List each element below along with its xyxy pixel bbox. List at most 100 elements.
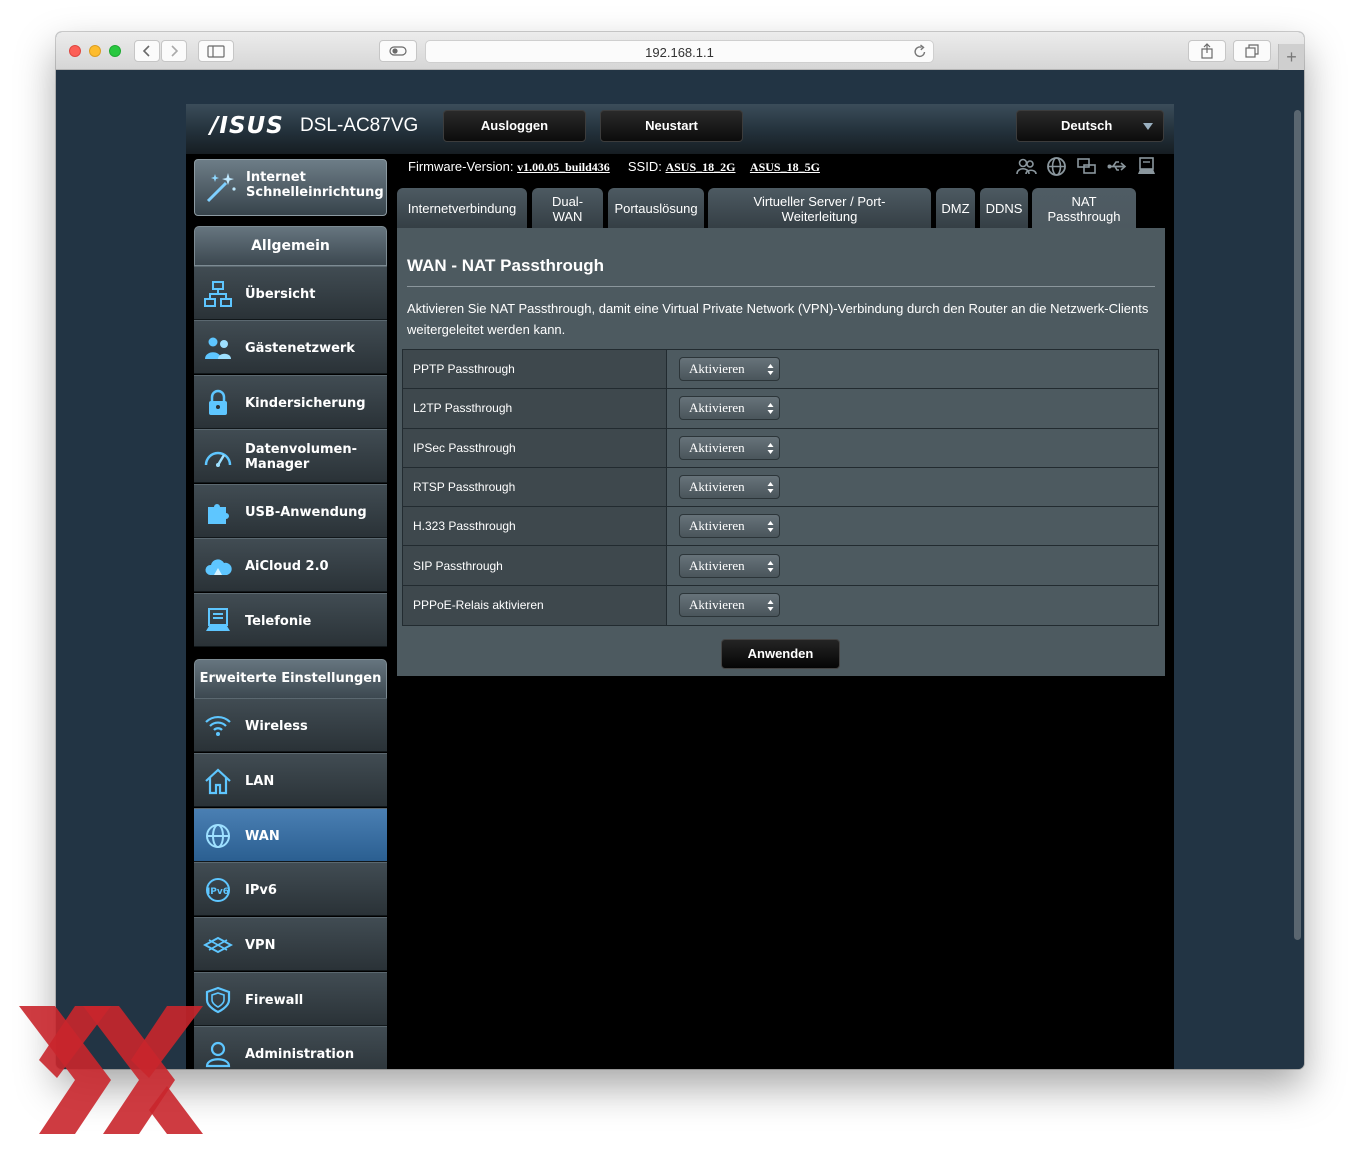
sidebar-item-label: Firewall (245, 992, 304, 1008)
logout-button[interactable]: Ausloggen (443, 110, 586, 142)
firmware-label: Firmware-Version: (408, 159, 514, 174)
tab-ddns[interactable]: DDNS (980, 188, 1028, 229)
sidebar-item-usb-application[interactable]: USB-Anwendung (194, 484, 387, 538)
sidebar-item-telephony[interactable]: Telefonie (194, 593, 387, 647)
printer-status-icon[interactable] (1136, 156, 1157, 177)
model-name: DSL-AC87VG (300, 115, 419, 136)
tab-internet-connection[interactable]: Internetverbindung (397, 188, 527, 229)
address-bar[interactable]: 192.168.1.1 (425, 40, 934, 63)
sidebar-item-label: Datenvolumen- Manager (245, 430, 357, 484)
top-banner: /ISUS DSL-AC87VG Ausloggen Neustart Deut… (186, 104, 1174, 154)
gauge-icon (204, 451, 232, 467)
ssid-5g-link[interactable]: ASUS_18_5G (750, 160, 820, 174)
ipsec-passthrough-select[interactable]: Aktivieren (679, 435, 780, 460)
sidebar-item-label: Gästenetzwerk (245, 340, 355, 356)
pptp-passthrough-select[interactable]: Aktivieren (679, 357, 780, 382)
updown-arrows-icon (767, 600, 774, 612)
clients-status-icon[interactable] (1016, 156, 1037, 177)
tab-label-line1: Dual- (551, 193, 584, 209)
sidebar-item-parental-control[interactable]: Kindersicherung (194, 375, 387, 429)
title-divider (407, 286, 1155, 287)
sidebar-item-vpn[interactable]: VPN (194, 917, 387, 971)
share-button[interactable] (1188, 40, 1226, 62)
new-tab-button[interactable]: + (1278, 44, 1304, 70)
close-window-button[interactable] (69, 45, 81, 57)
cloud-icon (205, 559, 232, 575)
tabs-overview-button[interactable] (1233, 40, 1271, 62)
guest-network-icon (205, 337, 231, 359)
zoom-window-button[interactable] (109, 45, 121, 57)
tab-dual-wan[interactable]: Dual- WAN (532, 188, 603, 229)
sidebar-item-firewall[interactable]: Firewall (194, 972, 387, 1026)
minimize-window-button[interactable] (89, 45, 101, 57)
parental-lock-icon (209, 389, 227, 415)
apply-button[interactable]: Anwenden (721, 639, 840, 669)
quick-internet-setup-button[interactable]: Internet Schnelleinrichtung (194, 159, 387, 216)
tab-nat-passthrough[interactable]: NAT Passthrough (1032, 188, 1136, 229)
reload-icon[interactable] (913, 44, 927, 59)
admin-icon (205, 1041, 231, 1068)
share-icon (1201, 43, 1213, 59)
sidebar-item-label: Administration (245, 1046, 355, 1062)
usb-status-icon[interactable] (1106, 156, 1127, 177)
internet-status-icon[interactable] (1046, 156, 1067, 177)
sidebar-item-label: USB-Anwendung (245, 504, 367, 520)
router-ui: /ISUS DSL-AC87VG Ausloggen Neustart Deut… (186, 104, 1174, 1069)
sidebar-item-label: LAN (245, 773, 275, 789)
chevron-left-icon (142, 45, 150, 57)
sidebar-icon (207, 44, 225, 58)
chevron-right-icon (171, 45, 179, 57)
quick-setup-line1: Internet (246, 170, 306, 185)
sidebar-item-lan[interactable]: LAN (194, 753, 387, 807)
shield-icon (205, 986, 231, 1014)
tab-label-line2: WAN (552, 208, 583, 224)
select-value: Aktivieren (689, 597, 745, 613)
sidebar-item-overview[interactable]: Übersicht (194, 266, 387, 320)
ssid-2g-link[interactable]: ASUS_18_2G (665, 160, 735, 174)
table-row: L2TP Passthrough Aktivieren (403, 389, 1158, 429)
sidebar-item-label: Übersicht (245, 286, 316, 302)
updown-arrows-icon (767, 560, 774, 572)
devices-status-icon[interactable] (1076, 156, 1097, 177)
table-row: IPSec Passthrough Aktivieren (403, 428, 1158, 468)
forward-button[interactable] (161, 40, 187, 62)
tab-port-trigger[interactable]: Portauslösung (608, 188, 704, 229)
sidebar-item-wireless[interactable]: Wireless (194, 698, 387, 752)
privacy-toggle-button[interactable] (379, 40, 417, 62)
sidebar-item-label: WAN (245, 828, 280, 844)
ipv6-icon: IPv6 (206, 878, 230, 902)
sidebar-item-label-line1: Datenvolumen- (245, 442, 357, 457)
browser-content: /ISUS DSL-AC87VG Ausloggen Neustart Deut… (56, 70, 1304, 1069)
firmware-version-link[interactable]: v1.00.05_build436 (517, 160, 610, 174)
tab-virtual-server[interactable]: Virtueller Server / Port- Weiterleitung (708, 188, 931, 229)
language-select[interactable]: Deutsch (1016, 110, 1164, 142)
setting-label: RTSP Passthrough (403, 467, 667, 507)
sidebar-item-administration[interactable]: Administration (194, 1026, 387, 1069)
sidebar-toggle-button[interactable] (198, 40, 234, 62)
tab-dmz[interactable]: DMZ (936, 188, 975, 229)
tab-label-line1: NAT (1071, 193, 1097, 209)
restart-button[interactable]: Neustart (600, 110, 743, 142)
setting-label: PPPoE-Relais aktivieren (403, 585, 667, 626)
select-value: Aktivieren (689, 479, 745, 495)
sidebar-item-ipv6[interactable]: IPv6 IPv6 (194, 862, 387, 916)
setting-label: H.323 Passthrough (403, 507, 667, 546)
url-text: 192.168.1.1 (645, 45, 714, 60)
pppoe-relay-select[interactable]: Aktivieren (679, 593, 780, 618)
page-scrollbar[interactable] (1294, 110, 1301, 940)
sidebar-item-wan[interactable]: WAN (194, 808, 387, 862)
table-row: PPTP Passthrough Aktivieren (403, 350, 1158, 390)
h323-passthrough-select[interactable]: Aktivieren (679, 514, 780, 539)
select-value: Aktivieren (689, 518, 745, 534)
sip-passthrough-select[interactable]: Aktivieren (679, 553, 780, 578)
sidebar-item-label: VPN (245, 937, 276, 953)
status-icons (1016, 156, 1157, 177)
browser-toolbar: 192.168.1.1 + (56, 32, 1304, 70)
sidebar-item-guest-network[interactable]: Gästenetzwerk (194, 320, 387, 374)
l2tp-passthrough-select[interactable]: Aktivieren (679, 396, 780, 421)
sidebar-item-aicloud[interactable]: AiCloud 2.0 (194, 538, 387, 592)
back-button[interactable] (134, 40, 160, 62)
rtsp-passthrough-select[interactable]: Aktivieren (679, 475, 780, 500)
sidebar-item-traffic-manager[interactable]: Datenvolumen- Manager (194, 429, 387, 483)
puzzle-icon (208, 504, 229, 524)
